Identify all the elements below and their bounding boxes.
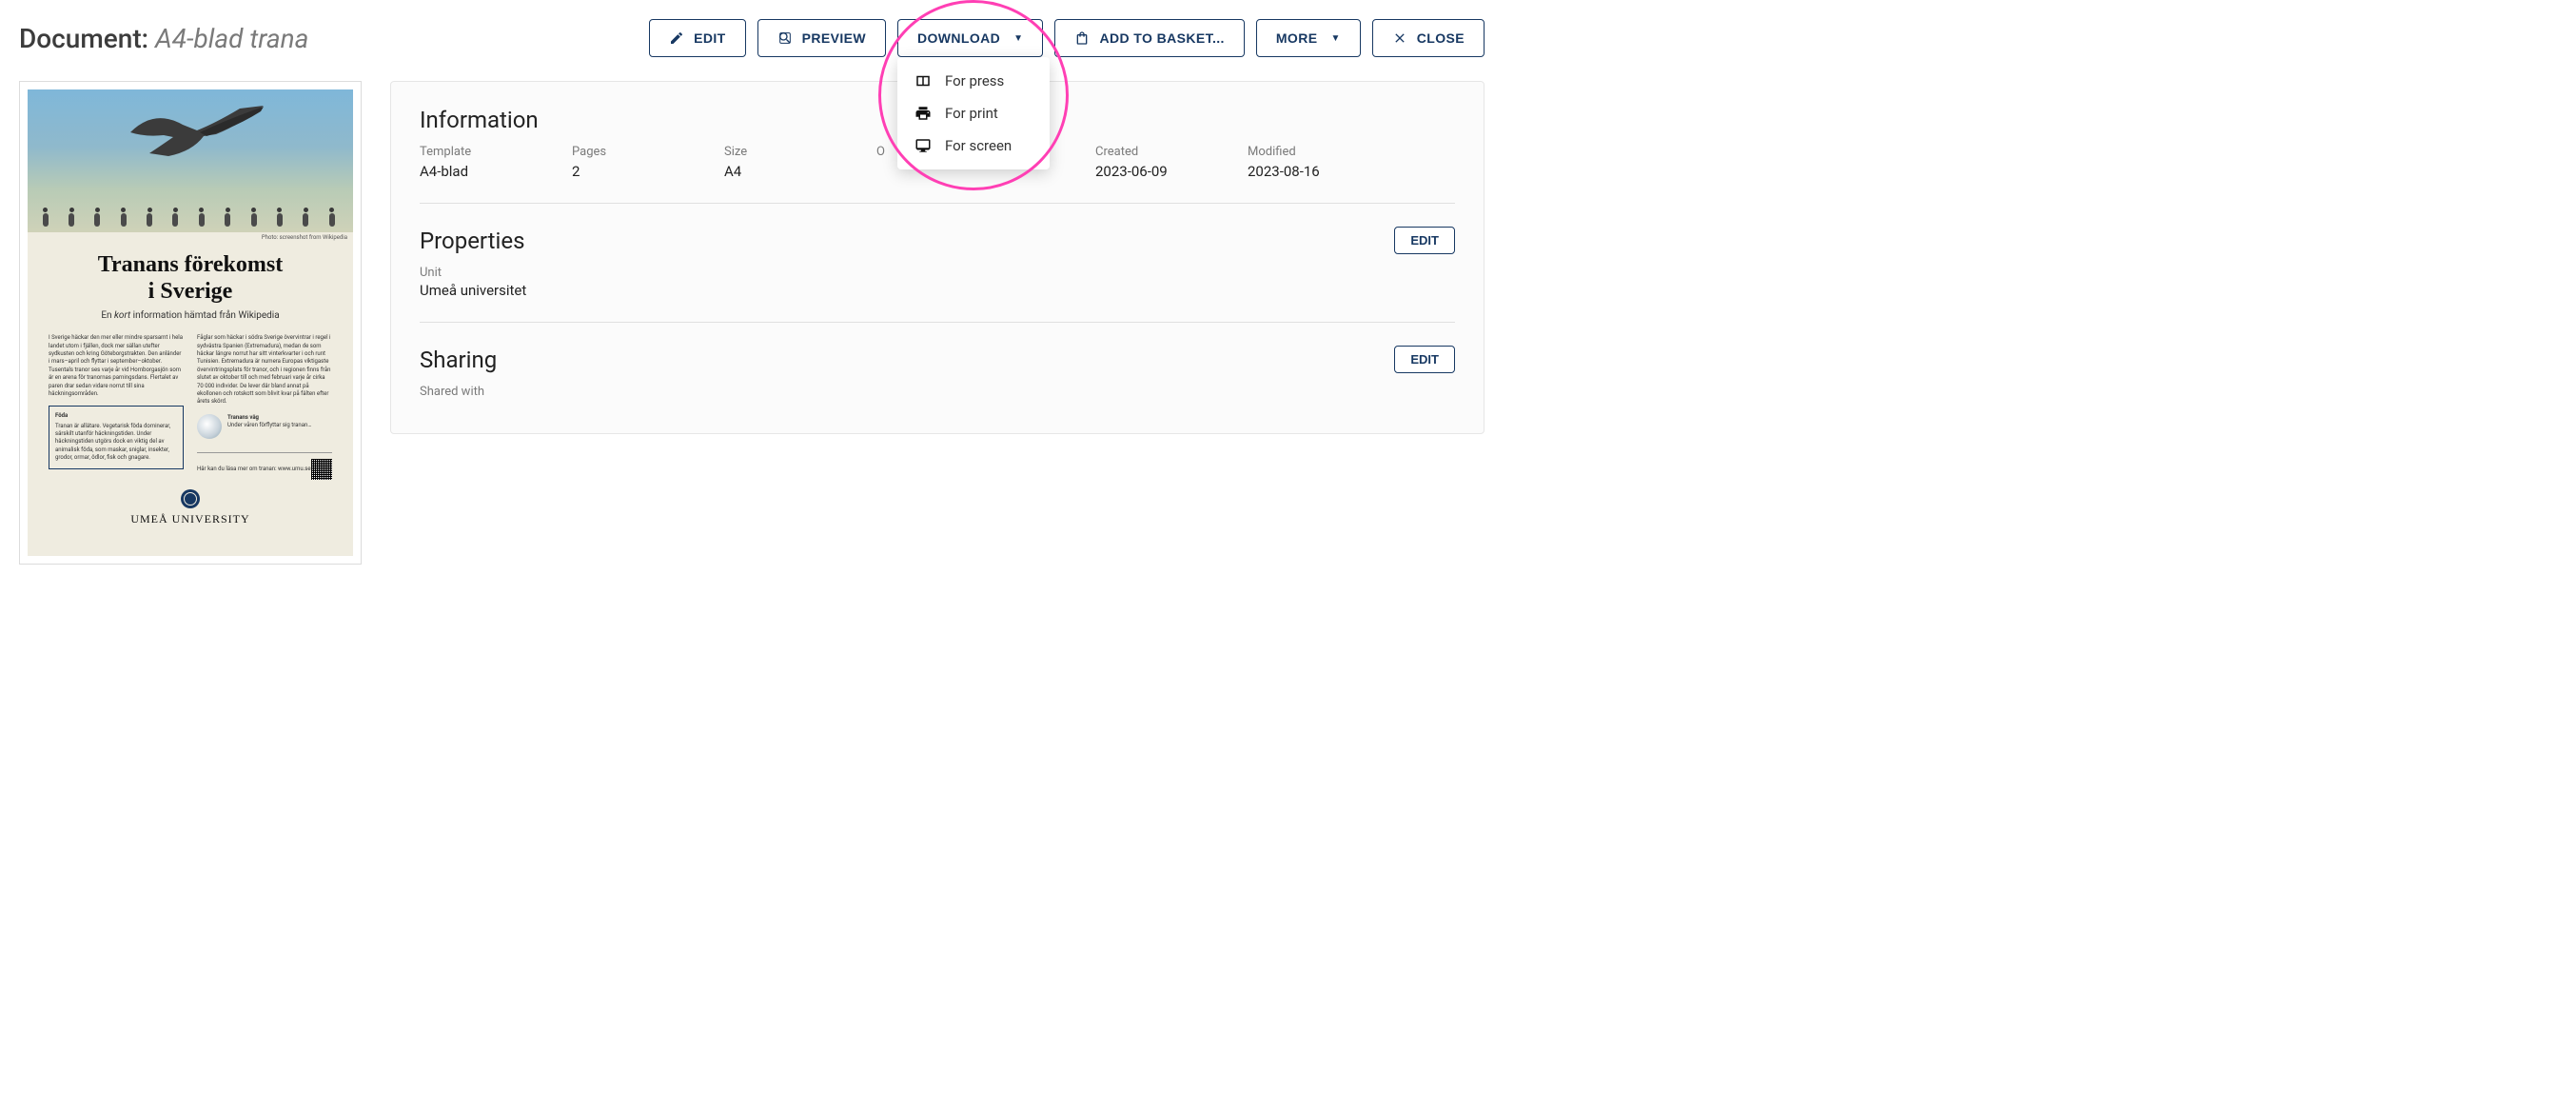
info-template-value: A4-blad (420, 163, 543, 180)
close-button[interactable]: CLOSE (1372, 19, 1485, 57)
add-to-basket-button[interactable]: ADD TO BASKET... (1054, 19, 1244, 57)
action-bar: EDIT PREVIEW DOWNLOAD ▼ (649, 19, 1485, 57)
info-pages-value: 2 (572, 163, 696, 180)
preview-button-label: PREVIEW (802, 30, 866, 46)
sharing-edit-button[interactable]: EDIT (1394, 346, 1455, 373)
sharing-section: Sharing EDIT Shared with (420, 346, 1455, 399)
preview-icon (777, 30, 793, 46)
download-print-item[interactable]: For print (897, 97, 1050, 129)
sharing-shared-with-label: Shared with (420, 385, 1455, 399)
preview-button[interactable]: PREVIEW (757, 19, 886, 57)
download-menu: For press For print For screen (897, 57, 1050, 169)
thumbnail-photo-caption: Photo: screenshot from Wikipedia (28, 232, 353, 243)
properties-edit-button[interactable]: EDIT (1394, 227, 1455, 254)
properties-title: Properties (420, 228, 524, 254)
caret-down-icon: ▼ (1013, 33, 1023, 44)
download-button[interactable]: DOWNLOAD ▼ (897, 19, 1044, 57)
screen-icon (914, 137, 932, 154)
university-name: UMEÅ UNIVERSITY (49, 512, 332, 526)
thumbnail-col1: I Sverige häckar den mer eller mindre sp… (49, 334, 184, 398)
sharing-title: Sharing (420, 347, 497, 373)
press-icon (914, 72, 932, 89)
page-title: Document: A4-blad trana (19, 23, 308, 54)
thumbnail-side-text: Tranans väg Under våren förflyttar sig t… (227, 414, 311, 430)
download-press-item[interactable]: For press (897, 65, 1050, 97)
info-created-value: 2023-06-09 (1095, 163, 1219, 180)
info-template-label: Template (420, 145, 543, 159)
download-screen-item[interactable]: For screen (897, 129, 1050, 162)
properties-section: Properties EDIT Unit Umeå universitet (420, 227, 1455, 323)
thumbnail-box: Föda Tranan är allätare. Vegetarisk föda… (49, 406, 184, 468)
info-size-value: A4 (724, 163, 848, 180)
add-to-basket-label: ADD TO BASKET... (1099, 30, 1224, 46)
info-created-label: Created (1095, 145, 1219, 159)
basket-icon (1074, 30, 1090, 46)
caret-down-icon: ▼ (1330, 33, 1340, 44)
download-screen-label: For screen (945, 137, 1012, 154)
more-button-label: MORE (1276, 30, 1318, 46)
university-seal-icon (181, 489, 200, 508)
document-thumbnail[interactable]: Photo: screenshot from Wikipedia Tranans… (19, 81, 362, 565)
info-pages-label: Pages (572, 145, 696, 159)
pencil-icon (669, 30, 684, 46)
thumbnail-qr (311, 459, 332, 480)
thumbnail-title: Tranans förekomst i Sverige (49, 252, 332, 305)
information-title: Information (420, 107, 539, 133)
thumbnail-col2: Fåglar som häckar i södra Sverige övervi… (197, 334, 332, 407)
properties-unit-value: Umeå universitet (420, 282, 1455, 299)
download-press-label: For press (945, 72, 1004, 89)
properties-unit-label: Unit (420, 266, 1455, 280)
thumbnail-footer-text: Här kan du läsa mer om tranan: www.umu.s… (197, 466, 311, 473)
download-button-label: DOWNLOAD (917, 30, 1000, 46)
info-modified-label: Modified (1248, 145, 1371, 159)
document-name: A4-blad trana (155, 23, 308, 54)
close-icon (1392, 30, 1407, 46)
edit-button-label: EDIT (694, 30, 726, 46)
more-button[interactable]: MORE ▼ (1256, 19, 1361, 57)
thumbnail-photo (28, 89, 353, 232)
thumbnail-subtitle: En kort information hämtad från Wikipedi… (49, 310, 332, 321)
download-print-label: For print (945, 105, 998, 122)
title-prefix: Document: (19, 23, 148, 54)
info-modified-value: 2023-08-16 (1248, 163, 1371, 180)
edit-button[interactable]: EDIT (649, 19, 746, 57)
info-size-label: Size (724, 145, 848, 159)
thumbnail-side-image (197, 414, 222, 439)
print-icon (914, 105, 932, 122)
close-button-label: CLOSE (1417, 30, 1465, 46)
